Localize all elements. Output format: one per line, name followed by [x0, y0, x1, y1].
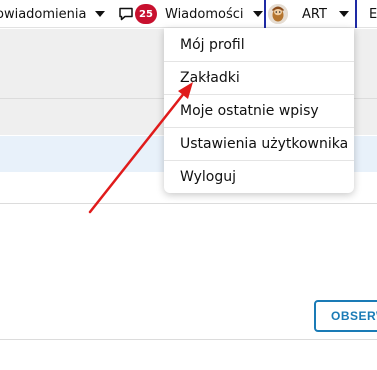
- messages-menu[interactable]: 25 Wiadomości: [118, 0, 263, 28]
- user-avatar: [268, 4, 288, 24]
- caret-down-icon: [252, 11, 263, 17]
- content-divider: [0, 203, 377, 204]
- menu-item-user-settings[interactable]: Ustawienia użytkownika: [164, 127, 354, 160]
- top-navigation-bar: owiadomienia 25 Wiadomości ART E: [0, 0, 377, 28]
- nav-divider: [264, 0, 266, 28]
- user-menu-toggle[interactable]: ART: [268, 0, 349, 28]
- menu-item-bookmarks[interactable]: Zakładki: [164, 61, 354, 94]
- menu-item-logout[interactable]: Wyloguj: [164, 160, 354, 193]
- edit-label: Ed: [369, 6, 377, 22]
- edit-menu[interactable]: Ed: [369, 0, 377, 28]
- nav-divider: [355, 0, 357, 28]
- user-name: ART: [302, 6, 327, 22]
- menu-item-recent-posts[interactable]: Moje ostatnie wpisy: [164, 94, 354, 127]
- notifications-menu[interactable]: owiadomienia: [0, 0, 106, 28]
- menu-item-my-profile[interactable]: Mój profil: [164, 28, 354, 61]
- speech-bubble-icon: [118, 7, 134, 21]
- messages-count-badge: 25: [135, 4, 157, 24]
- caret-down-icon: [95, 11, 106, 17]
- caret-down-icon: [338, 11, 349, 17]
- content-divider-bottom: [0, 339, 377, 340]
- user-dropdown-menu: Mój profil Zakładki Moje ostatnie wpisy …: [164, 28, 354, 193]
- messages-label: Wiadomości: [165, 6, 244, 22]
- notifications-label: owiadomienia: [0, 6, 87, 22]
- page: OBSERWUJ owiadomienia 25 Wiadomości: [0, 0, 377, 370]
- observe-button[interactable]: OBSERWUJ: [314, 300, 377, 332]
